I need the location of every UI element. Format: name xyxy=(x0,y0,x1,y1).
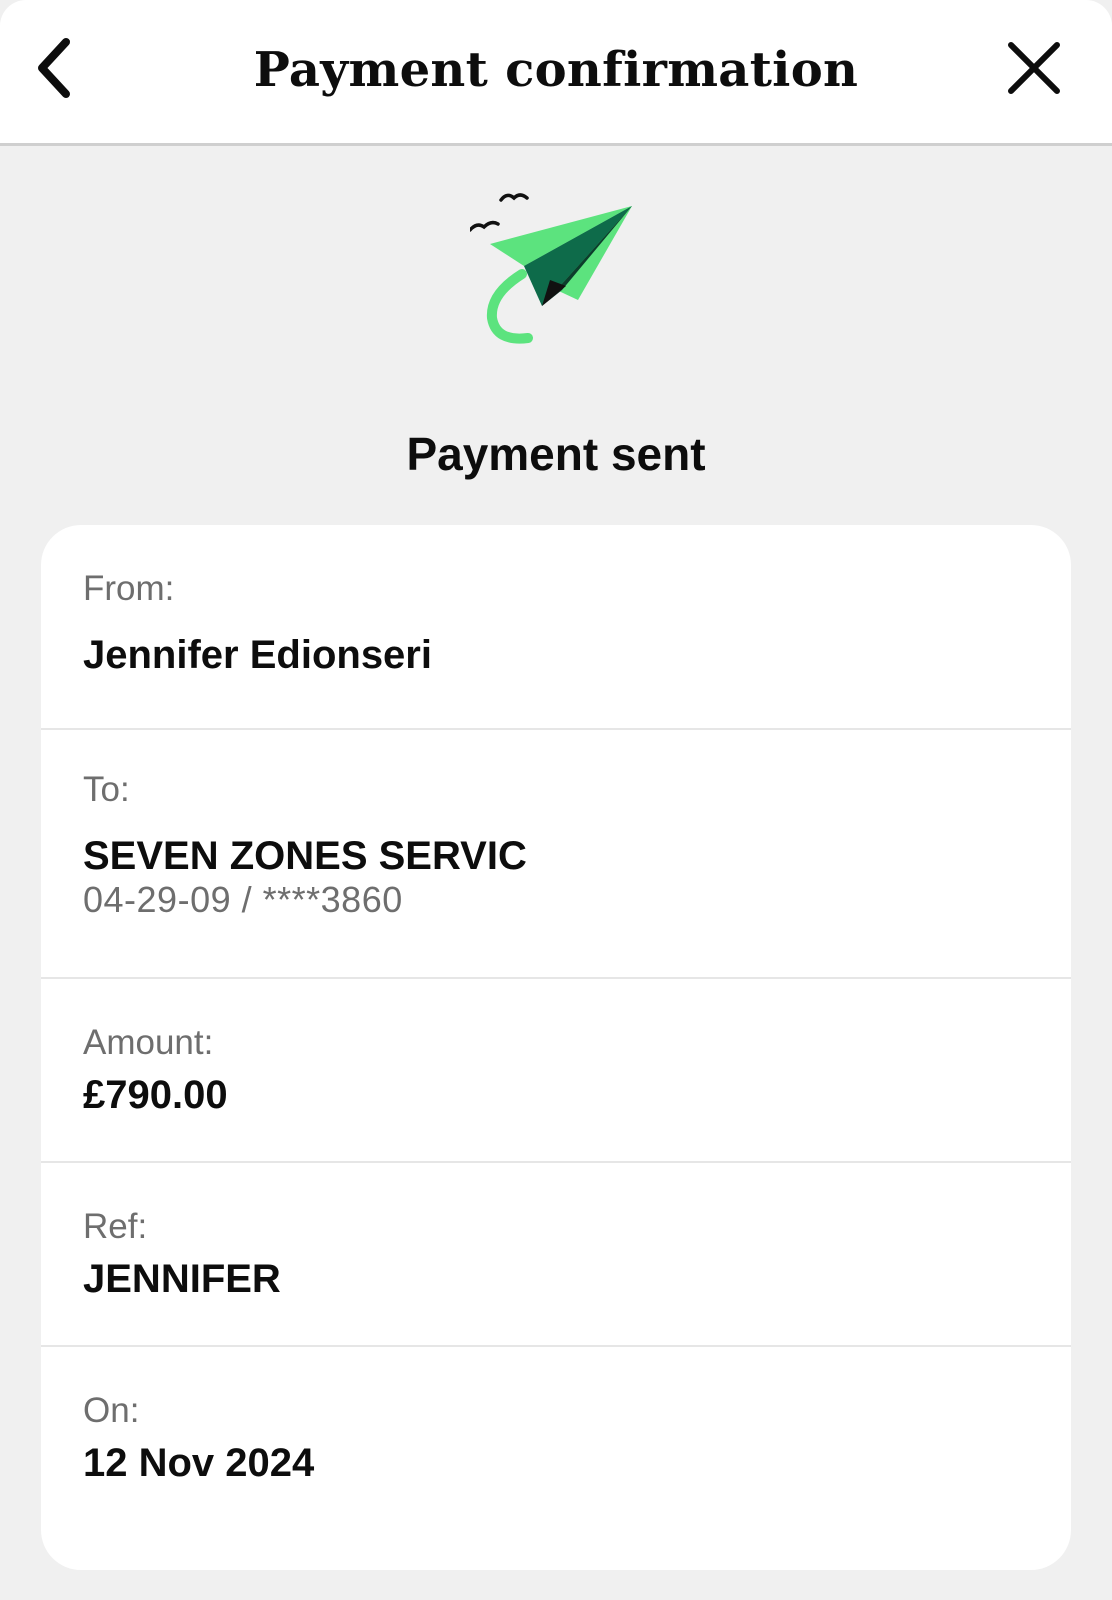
ref-label: Ref: xyxy=(83,1207,148,1246)
ref-value: JENNIFER xyxy=(83,1257,281,1301)
from-label: From: xyxy=(83,569,175,608)
payment-status-heading: Payment sent xyxy=(406,428,706,480)
chevron-left-icon xyxy=(32,36,76,105)
back-button[interactable] xyxy=(22,30,86,110)
close-icon xyxy=(1007,41,1061,100)
close-button[interactable] xyxy=(998,34,1070,106)
payment-confirmation-screen: Payment confirmation Payment sent From: … xyxy=(0,0,1112,1600)
date-row: On: 12 Nov 2024 xyxy=(41,1347,1071,1570)
to-account-details: 04-29-09 / ****3860 xyxy=(83,879,403,920)
page-title: Payment confirmation xyxy=(253,42,859,98)
to-row: To: SEVEN ZONES SERVIC 04-29-09 / ****38… xyxy=(41,730,1071,979)
from-row: From: Jennifer Edionseri xyxy=(41,525,1071,730)
amount-value: £790.00 xyxy=(83,1073,228,1117)
paper-plane-icon xyxy=(468,178,640,348)
date-value: 12 Nov 2024 xyxy=(83,1441,315,1485)
to-value: SEVEN ZONES SERVIC xyxy=(83,834,527,878)
from-value: Jennifer Edionseri xyxy=(83,633,432,677)
amount-row: Amount: £790.00 xyxy=(41,979,1071,1163)
header-bar: Payment confirmation xyxy=(0,0,1112,146)
to-label: To: xyxy=(83,770,130,809)
date-label: On: xyxy=(83,1391,140,1430)
ref-row: Ref: JENNIFER xyxy=(41,1163,1071,1347)
payment-details-card: From: Jennifer Edionseri To: SEVEN ZONES… xyxy=(41,525,1071,1570)
amount-label: Amount: xyxy=(83,1023,214,1062)
